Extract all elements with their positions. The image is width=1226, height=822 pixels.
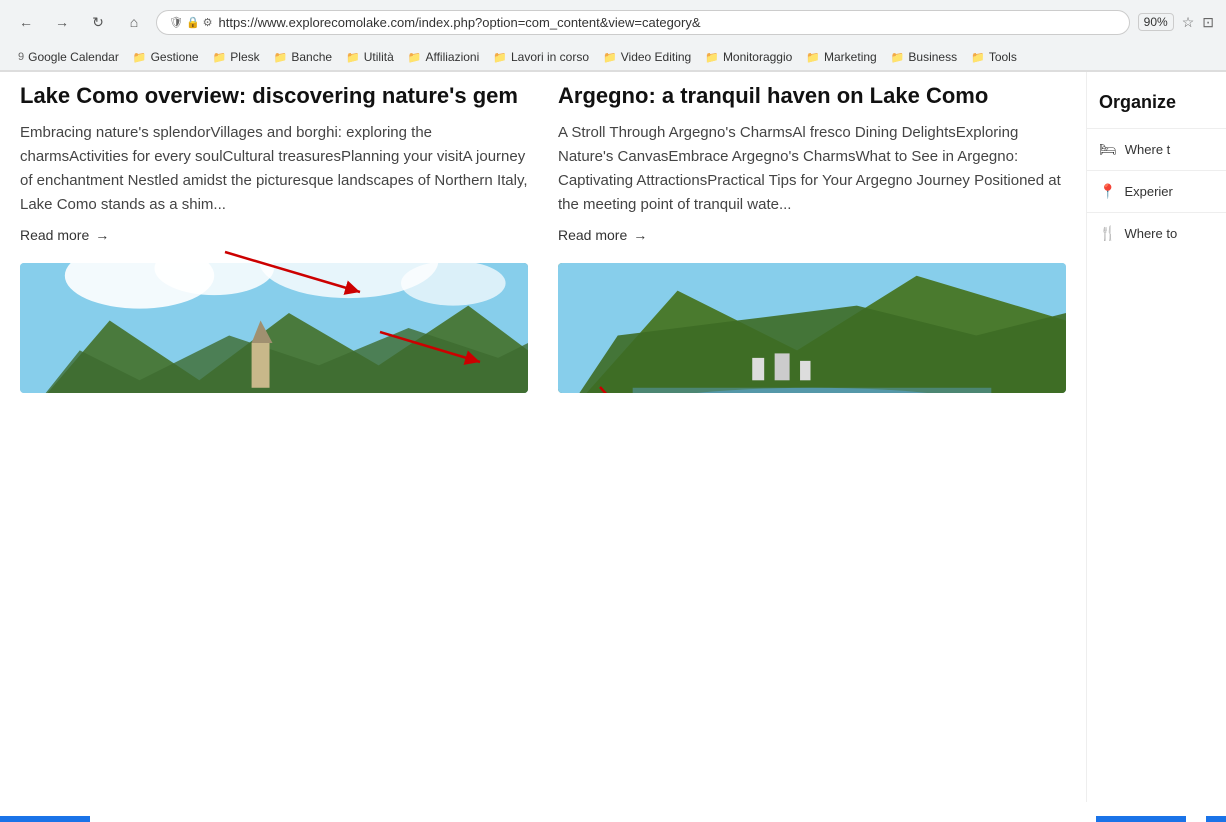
bookmark-tools[interactable]: 📁 Tools bbox=[965, 48, 1023, 66]
article-card-argegno: Argegno: a tranquil haven on Lake Como A… bbox=[558, 82, 1066, 243]
bookmark-label: Video Editing bbox=[621, 50, 692, 64]
fork-knife-icon: 🍴 bbox=[1099, 225, 1116, 242]
read-more-argegno[interactable]: Read more → bbox=[558, 227, 647, 243]
folder-icon: 📁 bbox=[603, 51, 617, 64]
arrow-icon: → bbox=[633, 227, 647, 243]
main-area: Lake Como overview: discovering nature's… bbox=[0, 72, 1086, 802]
page-content: Lake Como overview: discovering nature's… bbox=[0, 72, 1226, 802]
address-bar[interactable]: 🛡 🔒 ⚙ bbox=[156, 10, 1130, 35]
folder-icon: 📁 bbox=[493, 51, 507, 64]
bookmark-label: Business bbox=[908, 50, 957, 64]
bookmark-utilita[interactable]: 📁 Utilità bbox=[340, 48, 400, 66]
bed-icon: 🛏 bbox=[1099, 141, 1117, 158]
article-excerpt-lake-como: Embracing nature's splendorVillages and … bbox=[20, 121, 528, 217]
bookmark-marketing[interactable]: 📁 Marketing bbox=[800, 48, 882, 66]
sidebar-item-label-experiences: Experier bbox=[1124, 184, 1172, 199]
bookmarks-bar: 9 Google Calendar 📁 Gestione 📁 Plesk 📁 B… bbox=[0, 44, 1226, 71]
read-more-lake-como[interactable]: Read more → bbox=[20, 227, 109, 243]
extension-icon[interactable]: ⊡ bbox=[1202, 14, 1214, 31]
bookmark-affiliazioni[interactable]: 📁 Affiliazioni bbox=[402, 48, 486, 66]
shield-icon: 🛡 bbox=[169, 16, 183, 29]
bookmark-label: Plesk bbox=[230, 50, 259, 64]
refresh-button[interactable]: ↻ bbox=[84, 8, 112, 36]
folder-icon: 📁 bbox=[971, 51, 985, 64]
bookmark-label: Tools bbox=[989, 50, 1017, 64]
folder-icon: 📁 bbox=[274, 51, 288, 64]
sidebar-title: Organize bbox=[1087, 82, 1226, 128]
back-button[interactable]: ← bbox=[12, 8, 40, 36]
zoom-level[interactable]: 90% bbox=[1138, 13, 1174, 31]
bookmark-label: Banche bbox=[291, 50, 332, 64]
url-input[interactable] bbox=[219, 15, 1117, 30]
folder-icon: 📁 bbox=[806, 51, 820, 64]
bookmark-business[interactable]: 📁 Business bbox=[885, 48, 963, 66]
arrow-icon: → bbox=[95, 227, 109, 243]
read-more-label: Read more bbox=[20, 227, 89, 243]
folder-icon: 📁 bbox=[891, 51, 905, 64]
folder-icon: 📁 bbox=[133, 51, 147, 64]
bottom-segment-gap bbox=[90, 816, 1096, 822]
folder-icon: 📁 bbox=[705, 51, 719, 64]
article-excerpt-argegno: A Stroll Through Argegno's CharmsAl fres… bbox=[558, 121, 1066, 217]
sidebar-item-where-sleep[interactable]: 🛏 Where t bbox=[1087, 128, 1226, 170]
sidebar-item-label-where-eat: Where to bbox=[1124, 226, 1177, 241]
bookmark-label: Marketing bbox=[824, 50, 877, 64]
bottom-segment-2 bbox=[1096, 816, 1186, 822]
bookmark-label: Google Calendar bbox=[28, 50, 119, 64]
bookmark-gestione[interactable]: 📁 Gestione bbox=[127, 48, 205, 66]
marker-icon: 📍 bbox=[1099, 183, 1116, 200]
home-button[interactable]: ⌂ bbox=[120, 8, 148, 36]
article-card-lake-como: Lake Como overview: discovering nature's… bbox=[20, 82, 528, 243]
bookmark-monitoraggio[interactable]: 📁 Monitoraggio bbox=[699, 48, 798, 66]
lock-icon: 🔒 bbox=[186, 16, 200, 29]
folder-icon: 📁 bbox=[346, 51, 360, 64]
bookmark-label: Utilità bbox=[364, 50, 394, 64]
article-image-lake-como bbox=[20, 263, 528, 393]
articles-wrapper: Lake Como overview: discovering nature's… bbox=[20, 82, 1066, 393]
bookmark-star-icon[interactable]: ☆ bbox=[1182, 14, 1195, 31]
sidebar-item-where-eat[interactable]: 🍴 Where to bbox=[1087, 212, 1226, 254]
bookmark-label: Monitoraggio bbox=[723, 50, 792, 64]
security-icons: 🛡 🔒 ⚙ bbox=[169, 16, 213, 29]
bookmark-label: Affiliazioni bbox=[425, 50, 479, 64]
bookmark-video-editing[interactable]: 📁 Video Editing bbox=[597, 48, 697, 66]
forward-button[interactable]: → bbox=[48, 8, 76, 36]
article-title-argegno: Argegno: a tranquil haven on Lake Como bbox=[558, 82, 1066, 111]
bookmark-label: Gestione bbox=[151, 50, 199, 64]
bookmark-label: Lavori in corso bbox=[511, 50, 589, 64]
bookmark-plesk[interactable]: 📁 Plesk bbox=[207, 48, 266, 66]
bottom-segment-1 bbox=[0, 816, 90, 822]
bookmark-lavori[interactable]: 📁 Lavori in corso bbox=[487, 48, 595, 66]
article-image-argegno bbox=[558, 263, 1066, 393]
right-sidebar: Organize 🛏 Where t 📍 Experier 🍴 Where to bbox=[1086, 72, 1226, 802]
article-title-lake-como: Lake Como overview: discovering nature's… bbox=[20, 82, 528, 111]
folder-icon: 📁 bbox=[213, 51, 227, 64]
tune-icon: ⚙ bbox=[203, 16, 213, 29]
calendar-icon: 9 bbox=[18, 51, 24, 63]
browser-chrome: ← → ↻ ⌂ 🛡 🔒 ⚙ 90% ☆ ⊡ 9 Google Calendar … bbox=[0, 0, 1226, 72]
sidebar-item-label-where-sleep: Where t bbox=[1125, 142, 1171, 157]
bottom-segment-3 bbox=[1206, 816, 1226, 822]
browser-toolbar: ← → ↻ ⌂ 🛡 🔒 ⚙ 90% ☆ ⊡ bbox=[0, 0, 1226, 44]
sidebar-item-experiences[interactable]: 📍 Experier bbox=[1087, 170, 1226, 212]
bottom-bar bbox=[0, 816, 1226, 822]
bookmark-banche[interactable]: 📁 Banche bbox=[268, 48, 338, 66]
folder-icon: 📁 bbox=[408, 51, 422, 64]
read-more-label: Read more bbox=[558, 227, 627, 243]
bookmark-google-calendar[interactable]: 9 Google Calendar bbox=[12, 48, 125, 66]
articles-grid: Lake Como overview: discovering nature's… bbox=[20, 82, 1066, 393]
